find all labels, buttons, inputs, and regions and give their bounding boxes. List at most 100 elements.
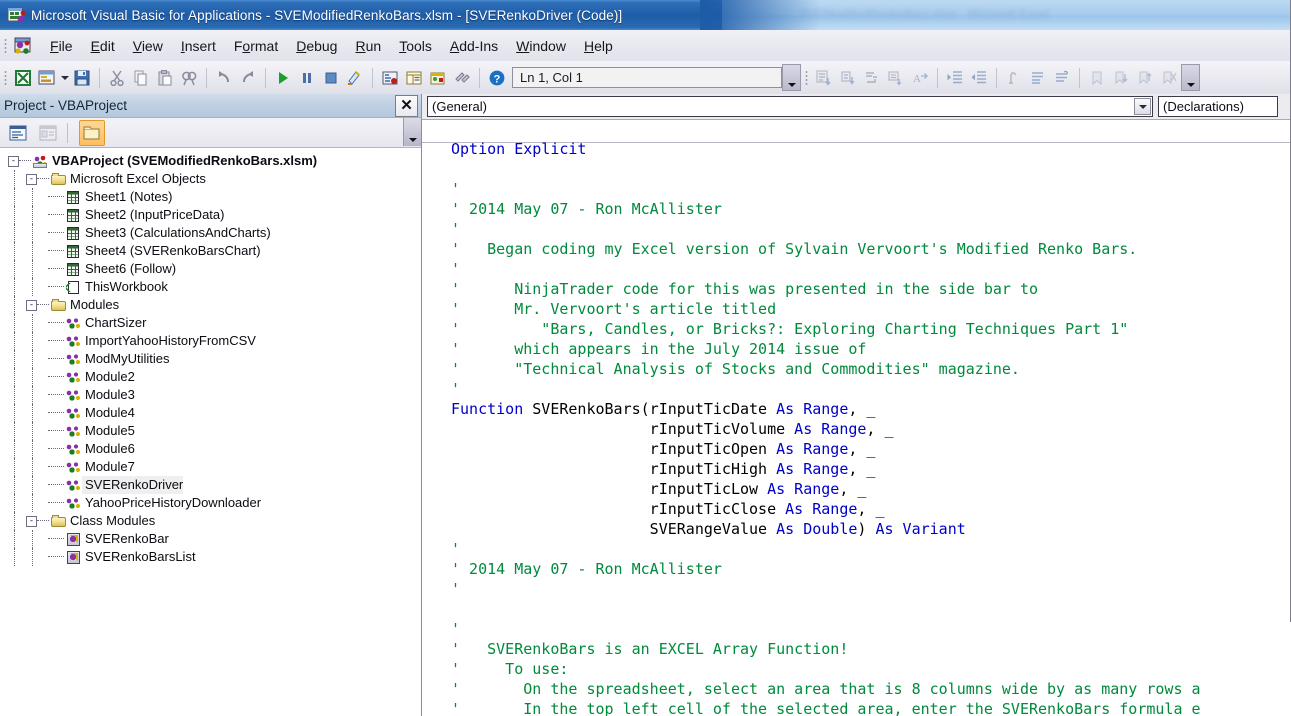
toolbar-drag-grip[interactable] bbox=[4, 69, 7, 86]
break-icon[interactable] bbox=[295, 66, 319, 90]
tree-item-sheet4-sverenkobarschart[interactable]: Sheet4 (SVERenkoBarsChart) bbox=[0, 242, 421, 260]
run-icon[interactable] bbox=[271, 66, 295, 90]
find-icon[interactable] bbox=[177, 66, 201, 90]
toolbox-icon[interactable] bbox=[450, 66, 474, 90]
tree-item-sverenkobar[interactable]: SVERenkoBar bbox=[0, 530, 421, 548]
position-indicator-text: Ln 1, Col 1 bbox=[520, 70, 583, 85]
menu-drag-grip[interactable] bbox=[4, 37, 7, 54]
toggle-bookmark-icon[interactable] bbox=[1085, 66, 1109, 90]
clear-bookmarks-icon[interactable] bbox=[1157, 66, 1181, 90]
tree-item-modules[interactable]: - Modules bbox=[0, 296, 421, 314]
tree-item-yahoopricehistorydownloader[interactable]: YahooPriceHistoryDownloader bbox=[0, 494, 421, 512]
tree-item-microsoft-excel-objects[interactable]: - Microsoft Excel Objects bbox=[0, 170, 421, 188]
reset-icon[interactable] bbox=[319, 66, 343, 90]
tree-item-importyahoohistoryfromcsv[interactable]: ImportYahooHistoryFromCSV bbox=[0, 332, 421, 350]
project-toolbar-overflow-button[interactable] bbox=[403, 118, 421, 146]
tree-item-sheet2-inputpricedata[interactable]: Sheet2 (InputPriceData) bbox=[0, 206, 421, 224]
menu-item-debug[interactable]: Debug bbox=[287, 35, 346, 57]
menu-item-add-ins[interactable]: Add-Ins bbox=[441, 35, 507, 57]
tree-item-label: VBAProject (SVEModifiedRenkoBars.xlsm) bbox=[52, 153, 318, 168]
tree-item-label: ThisWorkbook bbox=[85, 279, 168, 294]
properties-window-icon[interactable] bbox=[402, 66, 426, 90]
edit-toolbar-overflow-button[interactable] bbox=[1181, 64, 1200, 91]
parameter-info-icon[interactable] bbox=[884, 66, 908, 90]
view-object-icon[interactable] bbox=[36, 121, 60, 145]
chevron-down-icon[interactable] bbox=[1134, 98, 1151, 115]
complete-word-icon[interactable]: A bbox=[908, 66, 932, 90]
list-constants-icon[interactable] bbox=[836, 66, 860, 90]
previous-bookmark-icon[interactable] bbox=[1133, 66, 1157, 90]
tree-item-class-modules[interactable]: - Class Modules bbox=[0, 512, 421, 530]
tree-expander-icon[interactable]: - bbox=[26, 515, 37, 527]
tree-item-vbaproject-svemodifiedrenkobars-xlsm[interactable]: - VBAProject (SVEModifiedRenkoBars.xlsm) bbox=[0, 152, 421, 170]
menu-item-insert[interactable]: Insert bbox=[172, 35, 225, 57]
tree-expander-icon[interactable]: - bbox=[26, 173, 37, 185]
tree-item-sheet1-notes[interactable]: Sheet1 (Notes) bbox=[0, 188, 421, 206]
toggle-breakpoint-icon[interactable] bbox=[1002, 66, 1026, 90]
tree-item-chartsizer[interactable]: ChartSizer bbox=[0, 314, 421, 332]
tree-item-sverenkobarslist[interactable]: SVERenkoBarsList bbox=[0, 548, 421, 566]
tree-item-thisworkbook[interactable]: ThisWorkbook bbox=[0, 278, 421, 296]
tree-expander-icon[interactable]: - bbox=[8, 155, 19, 167]
quick-info-icon[interactable] bbox=[860, 66, 884, 90]
code-editor[interactable]: Option Explicit ' ' 2014 May 07 - Ron Mc… bbox=[422, 120, 1291, 716]
design-mode-icon[interactable] bbox=[343, 66, 367, 90]
tree-connector bbox=[48, 556, 64, 558]
tree-guide bbox=[14, 296, 15, 314]
comment-block-icon[interactable] bbox=[1026, 66, 1050, 90]
menu-item-file[interactable]: File bbox=[41, 35, 82, 57]
tree-item-module2[interactable]: Module2 bbox=[0, 368, 421, 386]
tree-item-module6[interactable]: Module6 bbox=[0, 440, 421, 458]
object-combo-box[interactable]: (General) bbox=[427, 96, 1153, 117]
menu-item-window[interactable]: Window bbox=[507, 35, 575, 57]
edit-toolbar-drag-grip[interactable] bbox=[805, 69, 808, 86]
tree-item-module5[interactable]: Module5 bbox=[0, 422, 421, 440]
tree-item-sheet6-follow[interactable]: Sheet6 (Follow) bbox=[0, 260, 421, 278]
procedure-combo-box[interactable]: (Declarations) bbox=[1158, 96, 1278, 117]
undo-icon[interactable] bbox=[212, 66, 236, 90]
tree-expander-icon[interactable]: - bbox=[26, 299, 37, 311]
standard-toolbar-overflow-button[interactable] bbox=[782, 64, 801, 91]
close-icon[interactable]: ✕ bbox=[395, 94, 418, 117]
tree-guide bbox=[32, 476, 33, 494]
menu-item-help[interactable]: Help bbox=[575, 35, 622, 57]
code-text[interactable]: Option Explicit ' ' 2014 May 07 - Ron Mc… bbox=[422, 135, 1201, 716]
insert-dropdown-arrow[interactable] bbox=[59, 66, 70, 90]
indent-icon[interactable] bbox=[943, 66, 967, 90]
insert-userform-icon[interactable] bbox=[35, 66, 59, 90]
procedure-combo-value: (Declarations) bbox=[1163, 99, 1244, 114]
project-tree[interactable]: - VBAProject (SVEModifiedRenkoBars.xlsm) -… bbox=[0, 148, 421, 716]
menu-item-run[interactable]: Run bbox=[346, 35, 390, 57]
vba-menu-icon[interactable] bbox=[11, 35, 35, 57]
outdent-icon[interactable] bbox=[967, 66, 991, 90]
worksheet-icon bbox=[66, 226, 82, 241]
view-excel-icon[interactable] bbox=[11, 66, 35, 90]
object-browser-icon[interactable] bbox=[426, 66, 450, 90]
menu-item-tools[interactable]: Tools bbox=[390, 35, 441, 57]
tree-item-modmyutilities[interactable]: ModMyUtilities bbox=[0, 350, 421, 368]
tree-item-module3[interactable]: Module3 bbox=[0, 386, 421, 404]
paste-icon[interactable] bbox=[153, 66, 177, 90]
view-code-icon[interactable] bbox=[6, 121, 30, 145]
save-icon[interactable] bbox=[70, 66, 94, 90]
menu-item-view[interactable]: View bbox=[124, 35, 172, 57]
tree-item-sverenkodriver[interactable]: SVERenkoDriver bbox=[0, 476, 421, 494]
next-bookmark-icon[interactable] bbox=[1109, 66, 1133, 90]
tree-item-module7[interactable]: Module7 bbox=[0, 458, 421, 476]
project-explorer-icon[interactable] bbox=[378, 66, 402, 90]
code-pane: (General) (Declarations) Option Explicit… bbox=[422, 94, 1291, 716]
menu-item-edit[interactable]: Edit bbox=[82, 35, 124, 57]
uncomment-block-icon[interactable] bbox=[1050, 66, 1074, 90]
copy-icon[interactable] bbox=[129, 66, 153, 90]
list-properties-icon[interactable] bbox=[812, 66, 836, 90]
cut-icon[interactable] bbox=[105, 66, 129, 90]
toggle-folders-icon[interactable] bbox=[79, 119, 105, 146]
tree-item-module4[interactable]: Module4 bbox=[0, 404, 421, 422]
redo-icon[interactable] bbox=[236, 66, 260, 90]
tree-item-sheet3-calculationsandcharts[interactable]: Sheet3 (CalculationsAndCharts) bbox=[0, 224, 421, 242]
object-combo-value: (General) bbox=[432, 99, 487, 114]
help-icon[interactable]: ? bbox=[485, 66, 509, 90]
menu-item-format[interactable]: Format bbox=[225, 35, 287, 57]
